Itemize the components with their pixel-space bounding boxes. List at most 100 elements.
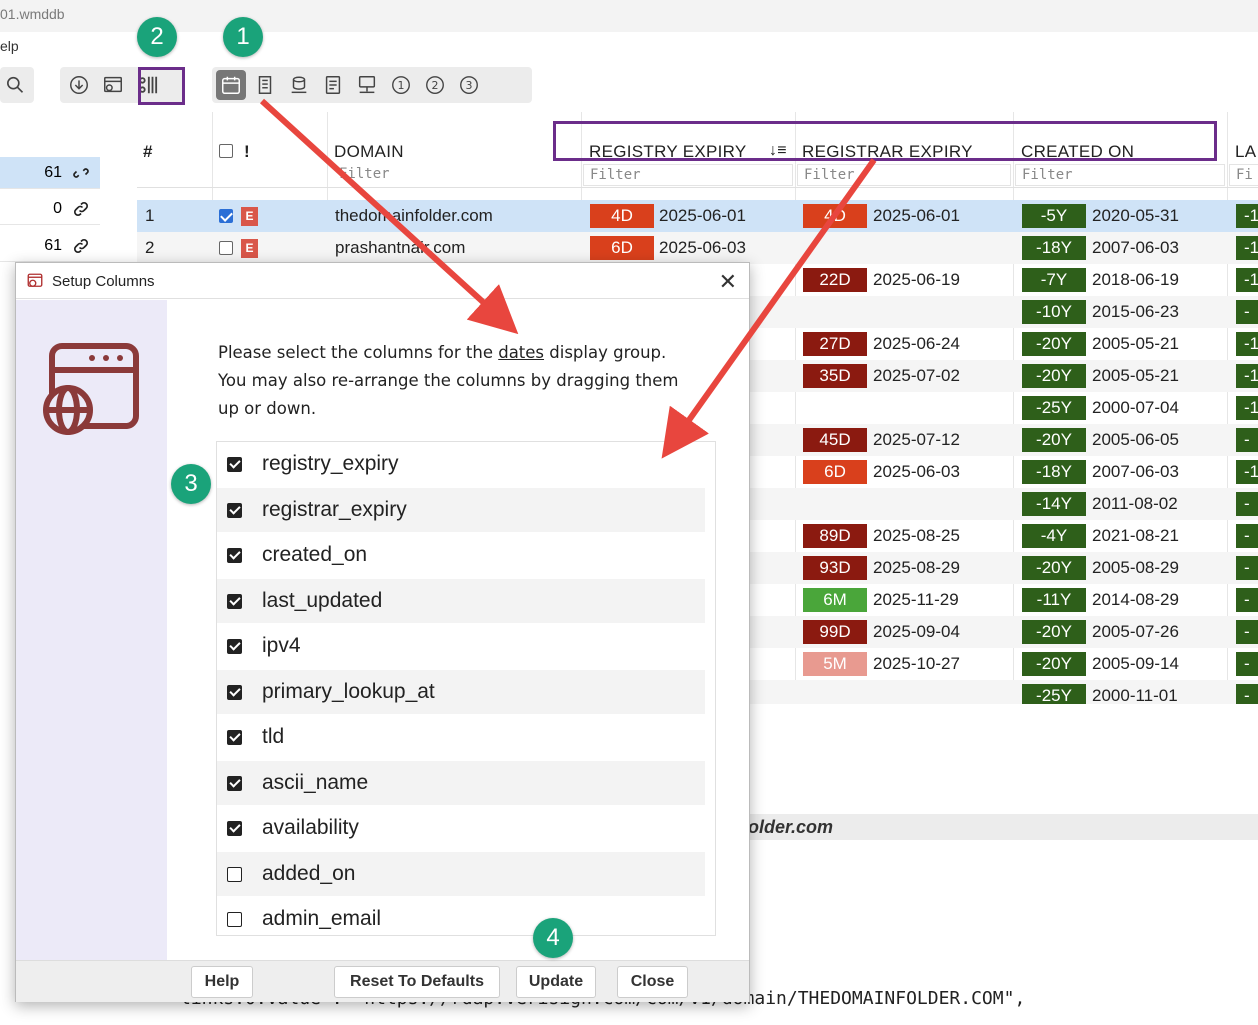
last-updated-badge: - [1236, 524, 1258, 548]
column-option[interactable]: admin_email [217, 897, 705, 935]
step-badge-3: 3 [171, 464, 211, 504]
row-domain[interactable]: prashantnair.com [335, 238, 465, 258]
close-button[interactable]: Close [617, 966, 688, 998]
setup-columns-dialog: Setup Columns ✕ Please select the column… [15, 262, 750, 1002]
reset-defaults-button[interactable]: Reset To Defaults [334, 966, 500, 998]
filter-last-updated[interactable]: Fi [1229, 164, 1258, 186]
registrar-expiry-date: 2025-06-24 [873, 334, 960, 353]
view-2-button[interactable]: 2 [420, 70, 450, 100]
building-view-button[interactable] [250, 70, 280, 100]
column-checkbox[interactable] [227, 548, 242, 563]
column-checkbox[interactable] [227, 866, 242, 882]
column-list: registry_expiry registrar_expiry created_o… [216, 441, 716, 936]
column-checkbox[interactable] [227, 821, 242, 836]
download-circle-icon [70, 76, 88, 94]
column-option[interactable]: primary_lookup_at [217, 669, 705, 715]
close-icon[interactable]: ✕ [719, 269, 737, 295]
select-all-checkbox[interactable] [219, 144, 233, 158]
window-title: 01.wmddb [0, 6, 65, 22]
created-on-badge: -4Y [1022, 524, 1086, 548]
column-option[interactable]: added_on [217, 851, 705, 897]
col-header-last-updated[interactable]: LA [1235, 142, 1256, 162]
last-updated-badge: -1 [1236, 460, 1258, 484]
column-option[interactable]: tld [217, 715, 705, 761]
row-checkbox[interactable] [219, 209, 233, 223]
column-checkbox[interactable] [227, 775, 242, 791]
table-row[interactable]: 1 Ethedomainfolder.com 4D 2025-06-01 4D 2025-… [137, 200, 1258, 232]
col-header-domain[interactable]: DOMAIN [334, 142, 404, 162]
created-on-badge: -5Y [1022, 204, 1086, 228]
monitor-network-icon [358, 76, 376, 94]
circle-1-icon: 1 [392, 76, 410, 94]
created-on-badge: -25Y [1022, 684, 1086, 704]
download-button[interactable] [64, 70, 94, 100]
column-checkbox[interactable] [227, 912, 242, 927]
message-text: up or down. [218, 399, 317, 418]
last-updated-badge: - [1236, 620, 1258, 644]
step-badge-4: 4 [533, 918, 573, 958]
update-button[interactable]: Update [516, 966, 596, 998]
column-name: last_updated [262, 588, 383, 612]
column-name: registrar_expiry [262, 497, 407, 521]
view-1-button[interactable]: 1 [386, 70, 416, 100]
toolbar-view-group: 1 2 3 [212, 67, 532, 103]
column-option[interactable]: registry_expiry [217, 442, 705, 488]
created-on-date: 2011-08-02 [1092, 494, 1178, 513]
column-checkbox[interactable] [227, 730, 242, 745]
filter-registry-expiry[interactable]: Filter [583, 164, 793, 186]
registrar-expiry-badge: 22D [803, 268, 867, 292]
col-header-flag[interactable]: ! [244, 142, 250, 162]
column-name: created_on [262, 543, 368, 566]
building-icon [258, 76, 272, 94]
registry-expiry-badge: 4D [590, 204, 654, 228]
document-view-button[interactable] [318, 70, 348, 100]
col-header-num[interactable]: # [143, 142, 153, 162]
dialog-title-bar: Setup Columns ✕ [16, 263, 749, 299]
column-checkbox[interactable] [227, 639, 242, 654]
menu-help[interactable]: elp [0, 38, 19, 54]
column-option[interactable]: last_updated [217, 578, 705, 624]
column-name: availability [262, 816, 359, 839]
registrar-expiry-date: 2025-08-25 [873, 526, 960, 545]
column-checkbox[interactable] [227, 593, 242, 609]
column-option[interactable]: created_on [217, 533, 705, 579]
search-button[interactable] [4, 70, 30, 100]
table-row[interactable]: 2 Eprashantnair.com 6D 2025-06-03 -18Y 2007-0… [137, 232, 1258, 264]
row-domain[interactable]: thedomainfolder.com [335, 206, 493, 226]
created-on-date: 2014-08-29 [1092, 590, 1179, 609]
row-checkbox[interactable] [219, 241, 233, 255]
filter-domain[interactable]: Filter [333, 164, 581, 186]
created-on-date: 2005-06-05 [1092, 430, 1179, 449]
network-view-button[interactable] [352, 70, 382, 100]
view-3-button[interactable]: 3 [454, 70, 484, 100]
filter-created-on[interactable]: Filter [1015, 164, 1225, 186]
link-icon [74, 238, 88, 253]
created-on-badge: -20Y [1022, 332, 1086, 356]
column-checkbox[interactable] [227, 502, 242, 518]
created-on-badge: -18Y [1022, 236, 1086, 260]
sidebar-row[interactable]: 61 [0, 157, 100, 189]
last-updated-badge: -1 [1236, 364, 1258, 388]
created-on-date: 2018-06-19 [1092, 270, 1179, 289]
created-on-date: 2005-09-14 [1092, 654, 1179, 673]
column-checkbox[interactable] [227, 457, 242, 472]
calendar-view-button[interactable] [216, 70, 246, 100]
window-settings-button[interactable] [98, 70, 128, 100]
toolbar-search-group [0, 67, 34, 103]
column-option[interactable]: ipv4 [217, 624, 705, 670]
sidebar-count: 0 [53, 199, 62, 217]
window-gear-icon [104, 76, 122, 93]
column-option[interactable]: registrar_expiry [217, 487, 705, 533]
help-button[interactable]: Help [191, 966, 253, 998]
sidebar-row[interactable]: 61 [0, 230, 100, 262]
sidebar-row[interactable]: 0 [0, 193, 100, 225]
registrar-expiry-date: 2025-07-12 [873, 430, 960, 449]
database-view-button[interactable] [284, 70, 314, 100]
filter-registrar-expiry[interactable]: Filter [797, 164, 1011, 186]
last-updated-badge: - [1236, 492, 1258, 516]
column-checkbox[interactable] [227, 684, 242, 700]
column-option[interactable]: ascii_name [217, 760, 705, 806]
created-on-date: 2007-06-03 [1092, 238, 1179, 257]
created-on-date: 2007-06-03 [1092, 462, 1179, 481]
column-option[interactable]: availability [217, 806, 705, 852]
